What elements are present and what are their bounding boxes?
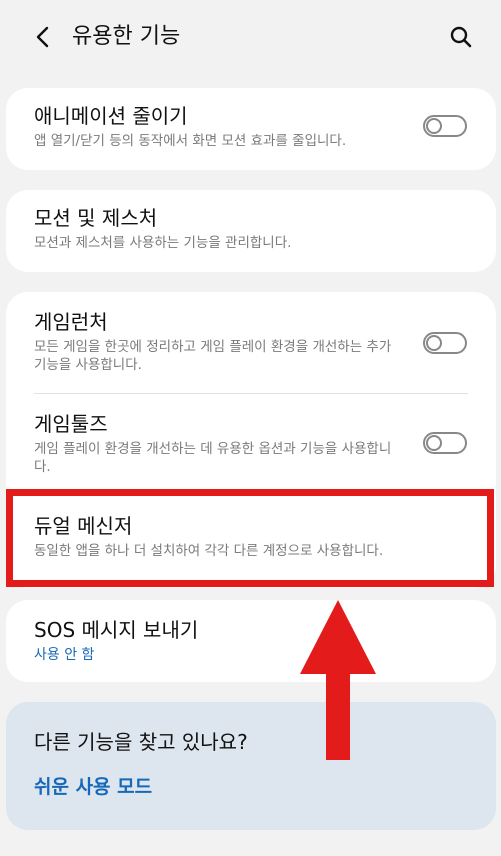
motion-gesture-title: 모션 및 제스처 [34,206,158,230]
search-icon [450,26,472,48]
chevron-left-icon [36,26,49,48]
game-launcher-toggle[interactable] [423,332,467,354]
looking-question: 다른 기능을 찾고 있나요? [34,730,248,754]
game-launcher-subtitle: 모든 게임을 한곳에 정리하고 게임 플레이 환경을 개선하는 추가 기능을 사… [34,339,392,373]
app-header: 유용한 기능 [0,0,501,76]
game-tools-toggle[interactable] [423,432,467,454]
search-button[interactable] [446,22,476,52]
toggle-knob [426,118,442,134]
reduce-animation-toggle[interactable] [423,115,467,137]
sos-title: SOS 메시지 보내기 [34,618,199,642]
game-tools-subtitle: 게임 플레이 환경을 개선하는 데 유용한 옵션과 기능을 사용합니다. [34,441,392,475]
game-tools-item[interactable]: 게임툴즈 게임 플레이 환경을 개선하는 데 유용한 옵션과 기능을 사용합니다… [6,394,496,490]
sos-item[interactable]: SOS 메시지 보내기 사용 안 함 [6,600,496,682]
back-button[interactable] [30,22,56,52]
highlight-box [6,489,494,587]
motion-gesture-item[interactable]: 모션 및 제스처 모션과 제스처를 사용하는 기능을 관리합니다. [6,190,496,272]
reduce-animation-subtitle: 앱 열기/닫기 등의 동작에서 화면 모션 효과를 줄입니다. [34,133,347,149]
card-reduce-animation: 애니메이션 줄이기 앱 열기/닫기 등의 동작에서 화면 모션 효과를 줄입니다… [6,88,496,170]
card-looking-other-features: 다른 기능을 찾고 있나요? 쉬운 사용 모드 [6,702,496,830]
motion-gesture-subtitle: 모션과 제스처를 사용하는 기능을 관리합니다. [34,235,292,251]
easy-mode-link[interactable]: 쉬운 사용 모드 [34,774,152,800]
game-tools-title: 게임툴즈 [34,412,108,436]
game-launcher-item[interactable]: 게임런처 모든 게임을 한곳에 정리하고 게임 플레이 환경을 개선하는 추가 … [6,292,496,392]
page-title: 유용한 기능 [72,24,181,49]
game-launcher-title: 게임런처 [34,310,108,334]
toggle-knob [426,435,442,451]
toggle-knob [426,335,442,351]
up-arrow-annotation [300,600,376,760]
card-motion-gesture: 모션 및 제스처 모션과 제스처를 사용하는 기능을 관리합니다. [6,190,496,272]
card-sos: SOS 메시지 보내기 사용 안 함 [6,600,496,682]
reduce-animation-item[interactable]: 애니메이션 줄이기 앱 열기/닫기 등의 동작에서 화면 모션 효과를 줄입니다… [6,88,496,170]
reduce-animation-title: 애니메이션 줄이기 [34,104,188,128]
